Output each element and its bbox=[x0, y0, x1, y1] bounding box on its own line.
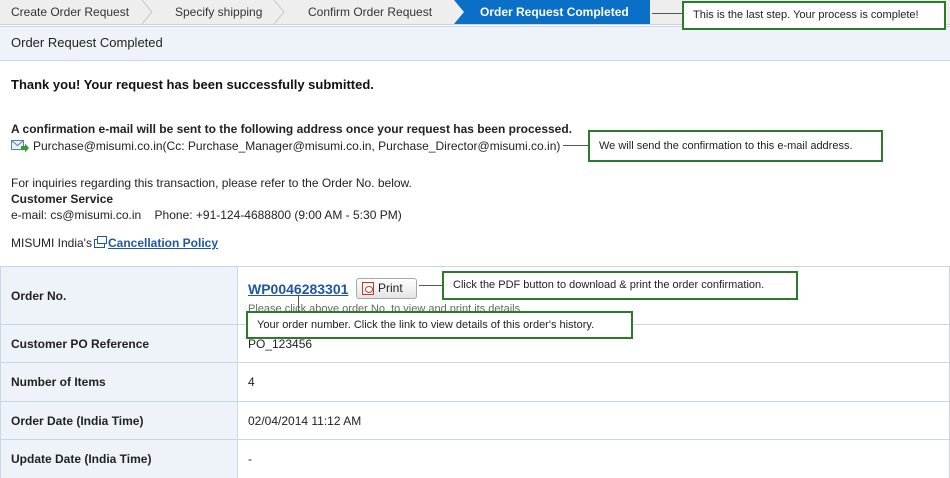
step-label: Create Order Request bbox=[11, 5, 130, 19]
print-button-label: Print bbox=[378, 280, 403, 295]
pdf-icon bbox=[362, 281, 374, 295]
step-label: Order Request Completed bbox=[480, 5, 629, 19]
callout-leader-line bbox=[419, 285, 443, 286]
callout-leader-line bbox=[298, 296, 299, 312]
callout-order-number: Your order number. Click the link to vie… bbox=[246, 311, 633, 339]
print-pdf-button[interactable]: Print bbox=[356, 277, 417, 299]
order-no-label: Order No. bbox=[0, 266, 238, 325]
callout-leader-line bbox=[563, 145, 589, 146]
order-date-label: Order Date (India Time) bbox=[0, 401, 238, 440]
step-order-request-completed: Order Request Completed bbox=[454, 0, 650, 24]
page-header: Order Request Completed bbox=[0, 26, 950, 61]
confirmation-email-address: Purchase@misumi.co.in(Cc: Purchase_Manag… bbox=[33, 139, 561, 153]
number-of-items-value: 4 bbox=[237, 362, 950, 402]
step-confirm-order-request: Confirm Order Request bbox=[284, 0, 454, 24]
cancellation-row: MISUMI India's Cancellation Policy bbox=[11, 236, 218, 250]
confirmation-heading: A confirmation e-mail will be sent to th… bbox=[11, 122, 573, 136]
new-window-icon bbox=[93, 236, 107, 248]
cancellation-prefix: MISUMI India's bbox=[11, 236, 92, 250]
customer-service-contact: e-mail: cs@misumi.co.in Phone: +91-124-4… bbox=[11, 208, 402, 222]
po-reference-label: Customer PO Reference bbox=[0, 324, 238, 363]
page-title: Order Request Completed bbox=[11, 35, 163, 50]
order-date-value: 02/04/2014 11:12 AM bbox=[237, 401, 950, 440]
number-of-items-label: Number of Items bbox=[0, 362, 238, 402]
callout-pdf: Click the PDF button to download & print… bbox=[442, 271, 798, 300]
cancellation-policy-link[interactable]: Cancellation Policy bbox=[108, 236, 218, 250]
step-active-notch-icon bbox=[454, 0, 466, 24]
step-specify-shipping: Specify shipping bbox=[152, 0, 285, 24]
table-row: Update Date (India Time) - bbox=[0, 439, 950, 478]
table-row: Order Date (India Time) 02/04/2014 11:12… bbox=[0, 401, 950, 440]
order-number-link[interactable]: WP0046283301 bbox=[248, 281, 348, 297]
update-date-label: Update Date (India Time) bbox=[0, 439, 238, 478]
update-date-value: - bbox=[237, 439, 950, 478]
inquiry-text: For inquiries regarding this transaction… bbox=[11, 176, 412, 190]
step-label: Confirm Order Request bbox=[308, 5, 433, 19]
mail-forward-icon bbox=[11, 140, 29, 153]
thank-you-message: Thank you! Your request has been success… bbox=[11, 77, 374, 92]
customer-service-title: Customer Service bbox=[11, 192, 114, 206]
step-label: Specify shipping bbox=[175, 5, 263, 19]
step-create-order-request: Create Order Request bbox=[0, 0, 153, 24]
callout-last-step: This is the last step. Your process is c… bbox=[682, 1, 946, 30]
callout-leader-line bbox=[652, 13, 683, 14]
table-row: Number of Items 4 bbox=[0, 362, 950, 402]
callout-email: We will send the confirmation to this e-… bbox=[588, 130, 883, 162]
